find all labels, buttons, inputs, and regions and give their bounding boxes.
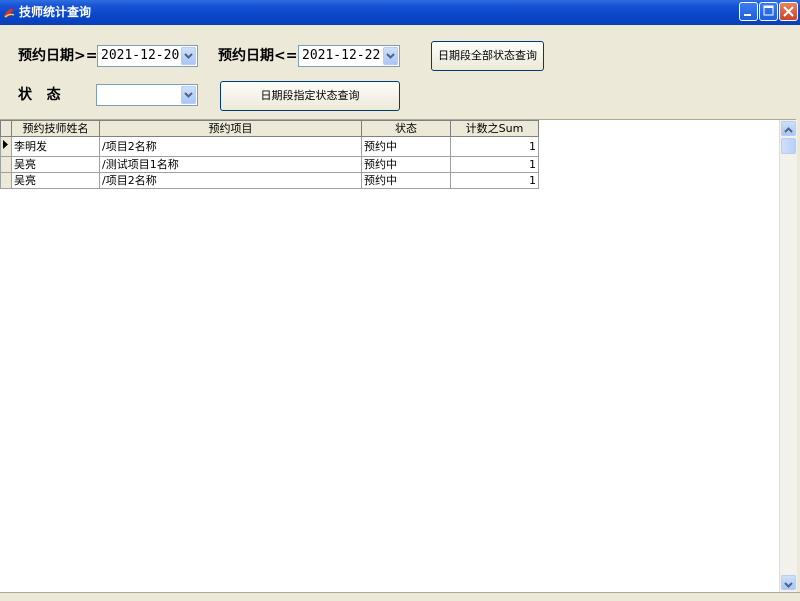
query-all-status-button[interactable]: 日期段全部状态查询: [431, 41, 544, 71]
column-header[interactable]: 状态: [361, 120, 451, 137]
chevron-up-icon: [784, 127, 793, 133]
table-cell[interactable]: /项目2名称: [99, 136, 362, 157]
table-cell[interactable]: 李明发: [11, 136, 100, 157]
date-from-value: 2021-12-20: [101, 48, 180, 63]
row-selector[interactable]: [0, 136, 12, 157]
current-row-arrow-icon: [3, 140, 8, 149]
column-header[interactable]: 预约技师姓名: [11, 120, 100, 137]
results-table: 预约技师姓名 预约项目 状态 计数之Sum 李明发 /项目2名称 预约中 1 吴…: [0, 120, 539, 189]
table-cell[interactable]: 吴亮: [11, 156, 100, 173]
table-cell[interactable]: /项目2名称: [99, 172, 362, 189]
row-selector[interactable]: [0, 156, 12, 173]
date-to-value: 2021-12-22: [302, 48, 381, 63]
date-from-dropdown-button[interactable]: [181, 47, 196, 65]
table-row[interactable]: 李明发 /项目2名称 预约中 1: [0, 136, 539, 157]
row-selector-header: [0, 120, 12, 137]
table-cell[interactable]: 预约中: [361, 136, 451, 157]
date-to-dropdown-button[interactable]: [383, 47, 398, 65]
minimize-icon: [744, 14, 751, 16]
table-row[interactable]: 吴亮 /项目2名称 预约中 1: [0, 172, 539, 189]
chevron-down-icon: [184, 92, 193, 98]
scroll-up-button[interactable]: [781, 121, 796, 136]
scroll-down-button[interactable]: [781, 575, 796, 590]
title-bar[interactable]: 技师统计查询: [0, 0, 800, 25]
app-logo-icon: [4, 8, 15, 18]
date-to-label: 预约日期<=: [218, 48, 298, 64]
table-cell[interactable]: 1: [450, 172, 539, 189]
table-cell[interactable]: 预约中: [361, 156, 451, 173]
table-cell[interactable]: 1: [450, 136, 539, 157]
status-dropdown-button[interactable]: [181, 86, 196, 104]
date-from-select[interactable]: 2021-12-20: [97, 45, 198, 67]
column-header[interactable]: 预约项目: [99, 120, 362, 137]
results-grid[interactable]: 预约技师姓名 预约项目 状态 计数之Sum 李明发 /项目2名称 预约中 1 吴…: [0, 119, 796, 593]
column-header[interactable]: 计数之Sum: [450, 120, 539, 137]
table-cell[interactable]: 1: [450, 156, 539, 173]
window-title: 技师统计查询: [19, 5, 92, 19]
table-cell[interactable]: 预约中: [361, 172, 451, 189]
table-cell[interactable]: /测试项目1名称: [99, 156, 362, 173]
maximize-button[interactable]: [759, 2, 778, 21]
status-label: 状 态: [18, 87, 61, 103]
header-row: 预约技师姓名 预约项目 状态 计数之Sum: [0, 120, 539, 137]
date-from-label: 预约日期>=: [18, 48, 98, 64]
date-to-select[interactable]: 2021-12-22: [298, 45, 400, 67]
chevron-down-icon: [184, 53, 193, 59]
maximize-icon: [763, 5, 774, 16]
status-select[interactable]: [96, 84, 198, 106]
table-cell[interactable]: 吴亮: [11, 172, 100, 189]
vertical-scrollbar[interactable]: [779, 120, 797, 592]
row-selector[interactable]: [0, 172, 12, 189]
table-row[interactable]: 吴亮 /测试项目1名称 预约中 1: [0, 156, 539, 173]
close-button[interactable]: [779, 2, 798, 21]
scroll-thumb[interactable]: [781, 138, 796, 154]
chevron-down-icon: [784, 582, 793, 588]
chevron-down-icon: [386, 53, 395, 59]
minimize-button[interactable]: [739, 2, 758, 21]
close-icon: [783, 6, 794, 17]
query-specified-status-button[interactable]: 日期段指定状态查询: [220, 81, 400, 111]
